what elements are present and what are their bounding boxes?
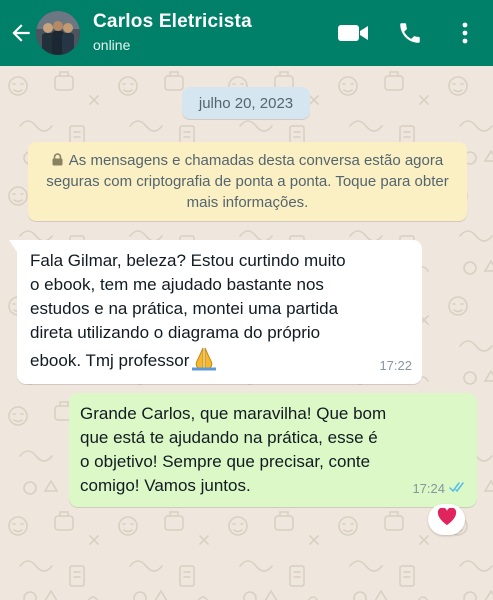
heart-icon xyxy=(437,507,457,531)
video-call-icon[interactable] xyxy=(337,17,369,49)
chat-header: Carlos Eletricista online xyxy=(0,0,493,66)
phone-icon[interactable] xyxy=(394,17,426,49)
double-check-icon xyxy=(449,477,467,501)
reaction-badge[interactable] xyxy=(428,504,465,535)
encryption-notice[interactable]: As mensagens e chamadas desta conversa e… xyxy=(28,142,467,221)
more-options-icon[interactable] xyxy=(449,17,481,49)
outgoing-message-text: Grande Carlos, que maravilha! Que bom qu… xyxy=(80,404,387,495)
date-chip: julho 20, 2023 xyxy=(182,87,310,119)
incoming-message[interactable]: Fala Gilmar, beleza? Estou curtindo muit… xyxy=(9,240,422,384)
chat-area[interactable]: julho 20, 2023 As mensagens e chamadas d… xyxy=(0,66,493,600)
message-meta: 17:22 xyxy=(379,354,412,378)
message-meta: 17:24 xyxy=(412,477,467,501)
contact-status: online xyxy=(93,37,131,53)
avatar[interactable] xyxy=(36,11,80,55)
message-time: 17:24 xyxy=(412,481,445,496)
outgoing-message[interactable]: Grande Carlos, que maravilha! Que bom qu… xyxy=(69,393,477,507)
contact-name[interactable]: Carlos Eletricista xyxy=(93,11,252,33)
message-time: 17:22 xyxy=(379,358,412,373)
bubble-tail xyxy=(9,240,17,252)
back-arrow-icon[interactable] xyxy=(8,20,34,46)
incoming-message-text: Fala Gilmar, beleza? Estou curtindo muit… xyxy=(30,251,346,370)
lock-icon xyxy=(52,151,63,166)
encryption-notice-text: As mensagens e chamadas desta conversa e… xyxy=(46,152,449,211)
folded-hands-icon xyxy=(189,345,219,371)
